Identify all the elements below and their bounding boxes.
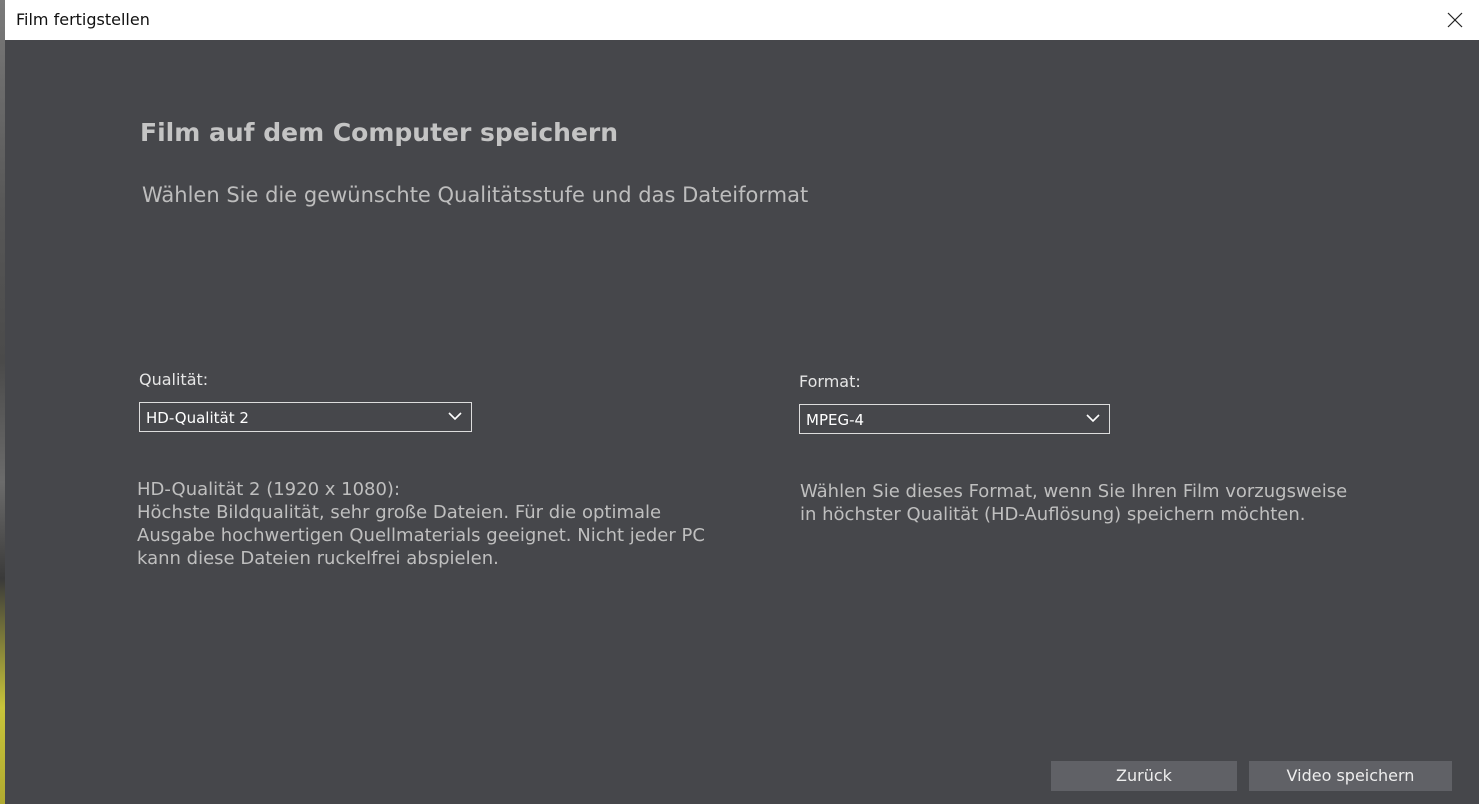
quality-dropdown[interactable]: HD-Qualität 2 [139,402,472,432]
close-button[interactable] [1435,0,1475,40]
back-button[interactable]: Zurück [1051,761,1237,791]
dialog-window: Film fertigstellen Film auf dem Computer… [0,0,1479,804]
quality-selected-value: HD-Qualität 2 [146,409,249,427]
format-description-line: Wählen Sie dieses Format, wenn Sie Ihren… [800,481,1348,502]
format-description-line: in höchster Qualität (HD-Auflösung) spei… [800,504,1306,525]
page-title: Film auf dem Computer speichern [140,118,619,147]
quality-label: Qualität: [139,370,209,389]
quality-description-line: Höchste Bildqualität, sehr große Dateien… [137,502,662,523]
format-dropdown[interactable]: MPEG-4 [799,404,1110,434]
quality-description: HD-Qualität 2 (1920 x 1080): Höchste Bil… [137,478,705,570]
chevron-down-icon [1086,414,1100,423]
quality-description-line: Ausgabe hochwertigen Quellmaterials geei… [137,525,705,546]
window-title: Film fertigstellen [16,10,150,29]
close-icon [1447,12,1463,28]
save-video-button[interactable]: Video speichern [1249,761,1452,791]
quality-description-line: kann diese Dateien ruckelfrei abspielen. [137,548,499,569]
dialog-content: Film auf dem Computer speichern Wählen S… [5,40,1479,804]
format-selected-value: MPEG-4 [806,411,865,429]
title-bar: Film fertigstellen [5,0,1479,40]
quality-description-line: HD-Qualität 2 (1920 x 1080): [137,479,401,500]
chevron-down-icon [448,412,462,421]
format-label: Format: [799,372,861,391]
page-subtitle: Wählen Sie die gewünschte Qualitätsstufe… [142,183,809,207]
format-description: Wählen Sie dieses Format, wenn Sie Ihren… [800,480,1347,526]
